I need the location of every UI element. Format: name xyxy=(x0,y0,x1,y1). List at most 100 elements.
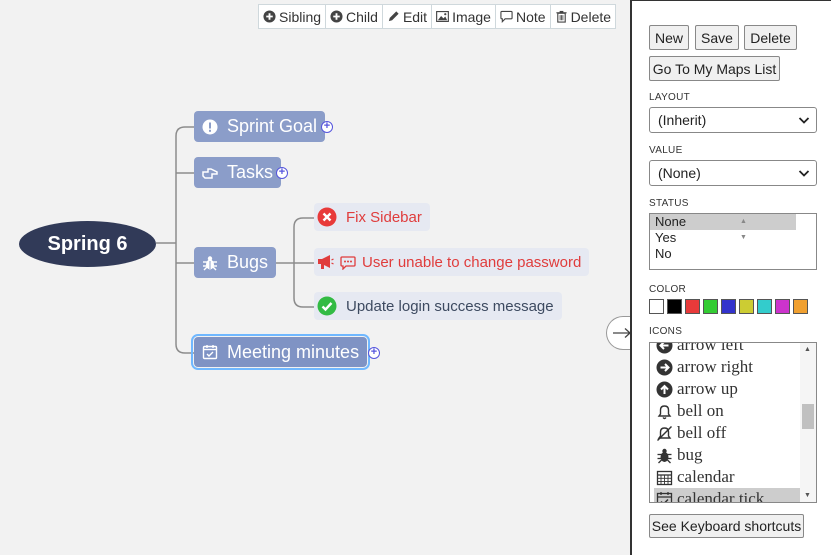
icon-option-arrow-right[interactable]: arrow right xyxy=(654,356,800,378)
status-option-yes[interactable]: Yes xyxy=(650,230,796,246)
leaf-fix-sidebar[interactable]: Fix Sidebar xyxy=(314,203,430,231)
layout-select[interactable]: (Inherit) xyxy=(649,107,817,133)
color-swatch[interactable] xyxy=(793,299,808,314)
node-label: Sprint Goal xyxy=(227,116,318,136)
edit-label: Edit xyxy=(402,8,428,25)
leaf-user-unable-change-password[interactable]: User unable to change password xyxy=(314,248,590,276)
go-to-my-maps-button[interactable]: Go To My Maps List xyxy=(649,56,780,81)
edit-button[interactable]: Edit xyxy=(382,5,433,28)
value-label: VALUE xyxy=(649,145,683,156)
node-sprint-goal[interactable]: Sprint Goal xyxy=(194,111,326,142)
color-label: COLOR xyxy=(649,284,687,295)
status-label: STATUS xyxy=(649,198,689,209)
pencil-icon xyxy=(388,11,399,22)
icon-option-label: bell off xyxy=(677,423,727,442)
icon-option-calendar[interactable]: calendar xyxy=(654,466,800,488)
color-swatch[interactable] xyxy=(739,299,754,314)
add-sibling-label: Sibling xyxy=(279,8,322,25)
color-swatch[interactable] xyxy=(703,299,718,314)
color-swatch[interactable] xyxy=(757,299,772,314)
times-circle-icon xyxy=(317,207,337,227)
bug-icon xyxy=(203,255,217,270)
layout-label: LAYOUT xyxy=(649,92,691,103)
save-label: Save xyxy=(701,29,733,46)
icon-option-bell-on[interactable]: bell on xyxy=(654,400,800,422)
status-option-no[interactable]: No xyxy=(650,246,796,262)
value-select[interactable]: (None) xyxy=(649,160,817,186)
status-scrollbar[interactable]: ▲ ▼ xyxy=(668,214,814,241)
root-node-label: Spring 6 xyxy=(47,232,128,255)
icon-option-label: bug xyxy=(677,445,703,464)
color-swatch[interactable] xyxy=(649,299,664,314)
scroll-up-icon[interactable]: ▲ xyxy=(804,346,811,353)
icon-option-bug[interactable]: bug xyxy=(654,444,800,466)
note-button[interactable]: Note xyxy=(495,5,551,28)
root-node[interactable]: Spring 6 xyxy=(19,221,156,267)
arrow-right-icon xyxy=(656,359,673,375)
leaf-label: User unable to change password xyxy=(362,253,582,271)
icon-option-label: calendar tick xyxy=(677,489,765,503)
scrollbar-thumb[interactable] xyxy=(802,404,814,429)
add-child-button[interactable]: + xyxy=(321,121,333,133)
keyboard-shortcuts-label: See Keyboard shortcuts xyxy=(651,518,802,534)
bell-off-icon xyxy=(657,425,672,441)
megaphone-icon xyxy=(318,255,334,269)
arrow-up-icon xyxy=(656,381,673,397)
scroll-up-icon[interactable]: ▲ xyxy=(740,214,747,230)
node-bugs[interactable]: Bugs xyxy=(194,247,277,278)
calendar-check-icon xyxy=(202,345,218,360)
status-listbox[interactable]: None Yes No ▲ ▼ xyxy=(649,213,817,270)
properties-panel: New Save Delete Go To My Maps List LAYOU… xyxy=(630,0,831,555)
delete-node-label: Delete xyxy=(570,8,612,25)
node-meeting-minutes[interactable]: Meeting minutes xyxy=(190,334,371,370)
add-child-button[interactable]: + xyxy=(368,347,380,359)
scroll-down-icon[interactable]: ▼ xyxy=(804,492,811,499)
icons-scrollbar[interactable]: ▲ ▼ xyxy=(800,343,816,502)
image-button[interactable]: Image xyxy=(432,5,496,28)
image-label: Image xyxy=(452,8,491,25)
scroll-down-icon[interactable]: ▼ xyxy=(740,230,747,246)
icons-list: arrow left arrow right arrow up bell on … xyxy=(654,343,800,503)
icons-label: ICONS xyxy=(649,326,683,337)
icon-option-label: calendar xyxy=(677,467,735,486)
keyboard-shortcuts-button[interactable]: See Keyboard shortcuts xyxy=(649,514,804,538)
node-label: Tasks xyxy=(227,162,274,182)
node-tasks[interactable]: Tasks xyxy=(194,157,282,188)
leaf-label: Fix Sidebar xyxy=(346,208,422,226)
node-label: Meeting minutes xyxy=(227,341,360,362)
plus-circle-icon xyxy=(330,10,343,23)
color-swatch[interactable] xyxy=(685,299,700,314)
color-swatches xyxy=(649,299,808,314)
save-button[interactable]: Save xyxy=(695,25,739,50)
bug-icon xyxy=(657,448,672,463)
icons-listbox[interactable]: arrow left arrow right arrow up bell on … xyxy=(649,342,817,503)
calendar-tick-icon xyxy=(656,491,673,502)
mindmap-canvas[interactable]: Spring 6 Sprint Goal + Tasks + Bugs Meet… xyxy=(0,0,630,555)
delete-node-button[interactable]: Delete xyxy=(550,5,616,28)
new-map-button[interactable]: New xyxy=(649,25,689,50)
icon-option-label: arrow right xyxy=(677,357,754,376)
go-to-my-maps-label: Go To My Maps List xyxy=(652,60,777,77)
icon-option-calendar-tick[interactable]: calendar tick xyxy=(654,488,800,503)
chevron-down-icon xyxy=(798,170,810,177)
check-circle-icon xyxy=(317,296,337,316)
delete-map-button[interactable]: Delete xyxy=(744,25,797,50)
comment-icon xyxy=(500,10,513,23)
color-swatch[interactable] xyxy=(721,299,736,314)
calendar-icon xyxy=(656,470,673,485)
add-sibling-button[interactable]: Sibling xyxy=(259,5,327,28)
bell-icon xyxy=(657,404,672,419)
node-label: Bugs xyxy=(227,252,269,272)
trash-icon xyxy=(555,10,567,23)
color-swatch[interactable] xyxy=(667,299,682,314)
plus-circle-icon xyxy=(263,10,276,23)
icon-option-arrow-up[interactable]: arrow up xyxy=(654,378,800,400)
leaf-update-login-message[interactable]: Update login success message xyxy=(314,292,562,320)
icon-option-bell-off[interactable]: bell off xyxy=(654,422,800,444)
color-swatch[interactable] xyxy=(775,299,790,314)
connector-lines xyxy=(156,126,314,354)
leaf-label: Update login success message xyxy=(346,297,554,315)
add-child-toolbar-button[interactable]: Child xyxy=(326,5,383,28)
add-child-button[interactable]: + xyxy=(276,167,288,179)
icon-option-arrow-left[interactable]: arrow left xyxy=(654,343,800,356)
